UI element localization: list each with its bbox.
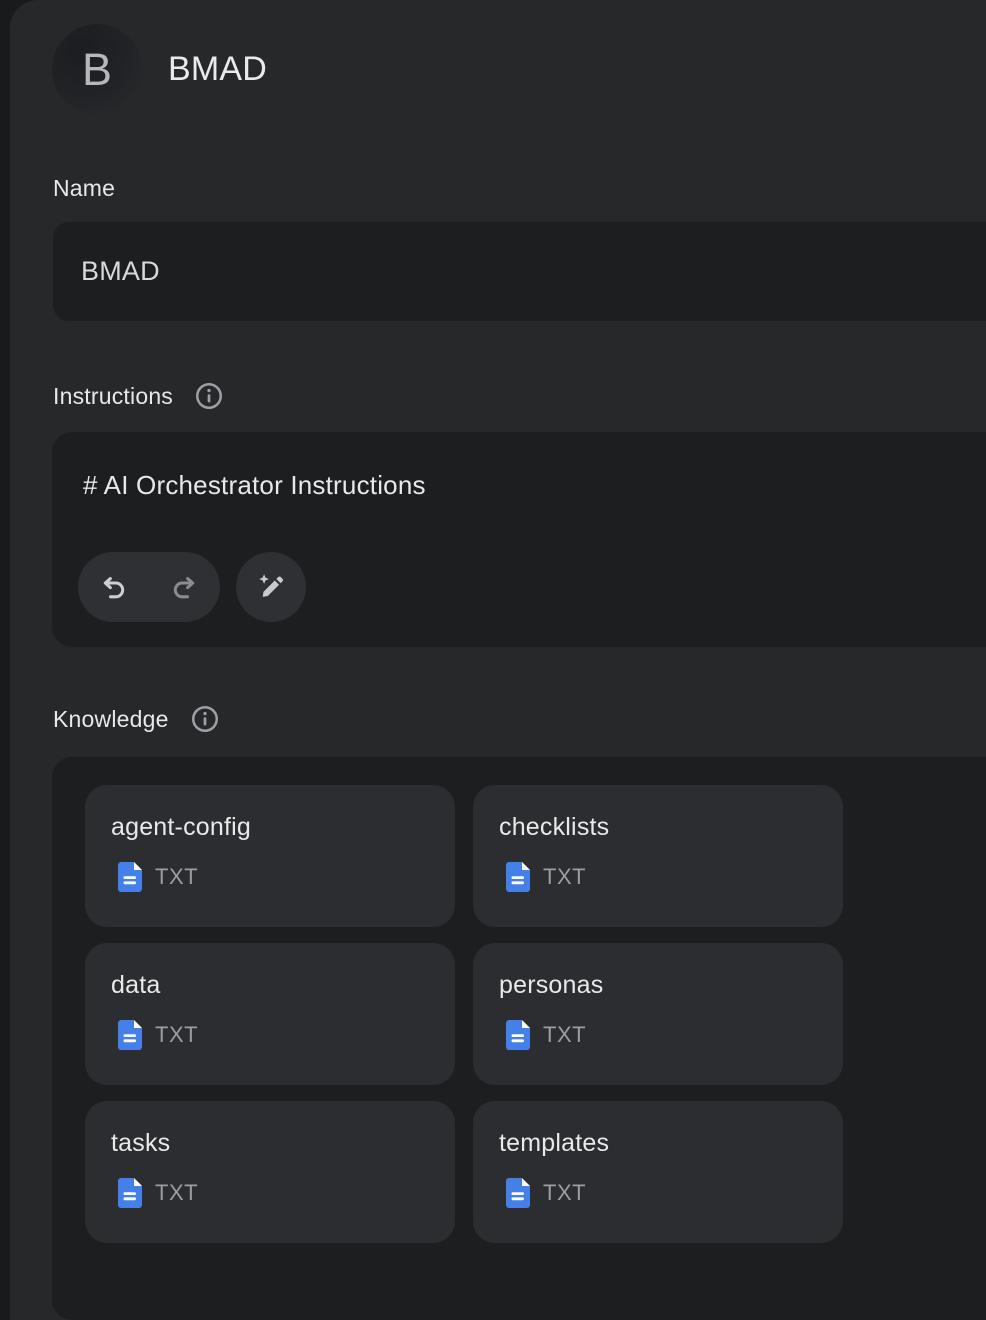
knowledge-file-meta: TXT (506, 1178, 843, 1208)
instructions-info-button[interactable] (194, 381, 224, 411)
knowledge-file-meta: TXT (506, 862, 843, 892)
knowledge-file-type: TXT (543, 1022, 586, 1048)
redo-icon (170, 573, 199, 602)
instructions-label: Instructions (53, 383, 173, 410)
knowledge-file-type: TXT (155, 1022, 198, 1048)
knowledge-file-meta: TXT (118, 1020, 455, 1050)
knowledge-file-meta: TXT (506, 1020, 843, 1050)
undo-button[interactable] (78, 552, 149, 622)
knowledge-file-type: TXT (543, 1180, 586, 1206)
magic-rewrite-pencil-icon (255, 571, 288, 604)
agent-editor-panel: B BMAD Name BMAD Instructions # AI Orche… (10, 0, 986, 1320)
name-input-value: BMAD (53, 256, 160, 287)
knowledge-info-button[interactable] (190, 704, 220, 734)
knowledge-file-card[interactable]: templates TXT (473, 1101, 843, 1243)
knowledge-file-type: TXT (155, 1180, 198, 1206)
instructions-text: # AI Orchestrator Instructions (83, 470, 426, 501)
knowledge-file-name: tasks (111, 1128, 455, 1158)
knowledge-file-name: personas (499, 970, 843, 1000)
info-icon (190, 704, 220, 734)
knowledge-file-card[interactable]: data TXT (85, 943, 455, 1085)
knowledge-file-type: TXT (543, 864, 586, 890)
knowledge-file-card[interactable]: personas TXT (473, 943, 843, 1085)
page-title: BMAD (168, 51, 267, 87)
instructions-label-row: Instructions (53, 381, 224, 411)
magic-rewrite-button[interactable] (236, 552, 306, 622)
knowledge-file-card[interactable]: checklists TXT (473, 785, 843, 927)
knowledge-file-name: agent-config (111, 812, 455, 842)
knowledge-label-row: Knowledge (53, 704, 220, 734)
undo-icon (99, 573, 128, 602)
knowledge-label: Knowledge (53, 706, 169, 733)
instructions-textarea[interactable]: # AI Orchestrator Instructions (52, 432, 986, 647)
name-input[interactable]: BMAD (53, 222, 986, 321)
knowledge-file-meta: TXT (118, 1178, 455, 1208)
name-label-row: Name (53, 173, 115, 203)
knowledge-file-name: templates (499, 1128, 843, 1158)
knowledge-file-name: checklists (499, 812, 843, 842)
knowledge-file-meta: TXT (118, 862, 455, 892)
name-label: Name (53, 175, 115, 202)
redo-button[interactable] (149, 552, 220, 622)
text-file-icon (118, 1178, 142, 1208)
knowledge-file-name: data (111, 970, 455, 1000)
info-icon (194, 381, 224, 411)
knowledge-file-type: TXT (155, 864, 198, 890)
text-file-icon (506, 862, 530, 892)
avatar: B (52, 24, 142, 114)
text-file-icon (506, 1020, 530, 1050)
text-file-icon (118, 862, 142, 892)
avatar-letter: B (82, 47, 112, 92)
text-file-icon (506, 1178, 530, 1208)
knowledge-container: agent-config TXT checklists TXT data TXT… (52, 757, 986, 1320)
text-file-icon (118, 1020, 142, 1050)
undo-redo-group (78, 552, 220, 622)
knowledge-file-card[interactable]: tasks TXT (85, 1101, 455, 1243)
knowledge-file-card[interactable]: agent-config TXT (85, 785, 455, 927)
knowledge-grid: agent-config TXT checklists TXT data TXT… (85, 785, 843, 1243)
instructions-toolbar (78, 552, 306, 622)
